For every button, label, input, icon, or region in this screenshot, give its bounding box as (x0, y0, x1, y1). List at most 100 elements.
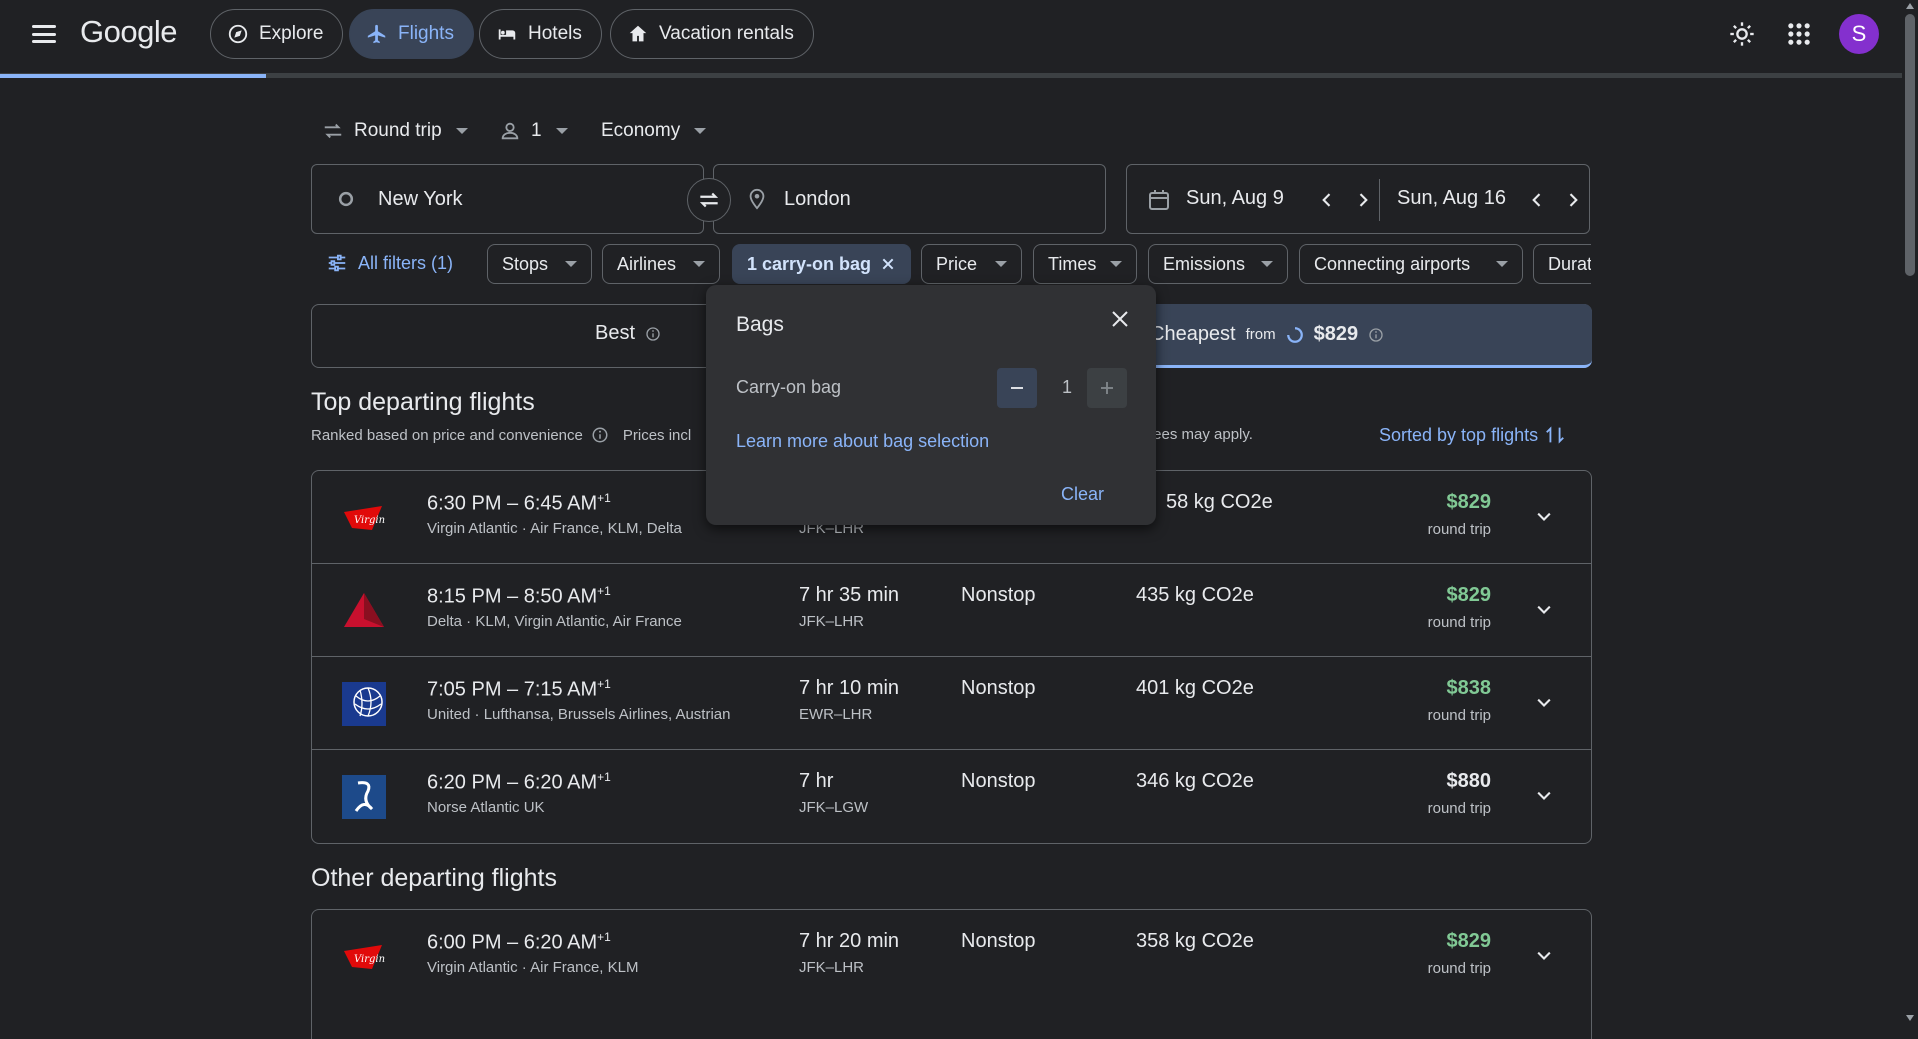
flight-row[interactable]: 8:15 PM – 8:50 AM+1 Delta · KLM, Virgin … (312, 564, 1591, 657)
nav-vacation-rentals-label: Vacation rentals (659, 23, 794, 44)
sort-button[interactable]: Sorted by top flights (1379, 424, 1566, 446)
flight-route: EWR–LHR (799, 706, 873, 723)
expand-chevron-icon[interactable] (1534, 600, 1554, 620)
main-menu-icon[interactable] (30, 22, 58, 46)
chevron-left-icon[interactable] (1527, 190, 1547, 210)
chevron-left-icon[interactable] (1317, 190, 1337, 210)
chevron-right-icon[interactable] (1563, 190, 1583, 210)
nav-hotels[interactable]: Hotels (479, 9, 602, 59)
loading-progress-fill (0, 74, 267, 78)
return-date[interactable]: Sun, Aug 16 (1397, 187, 1506, 210)
filter-airlines[interactable]: Airlines (602, 244, 720, 284)
chevron-right-icon[interactable] (1353, 190, 1373, 210)
ranking-text: Ranked based on price and convenience (311, 426, 583, 444)
close-icon[interactable] (880, 256, 896, 272)
expand-chevron-icon[interactable] (1534, 693, 1554, 713)
flight-icon (367, 24, 386, 44)
scroll-down-arrow-icon[interactable] (1906, 1015, 1914, 1021)
filter-emissions[interactable]: Emissions (1148, 244, 1288, 284)
flight-row[interactable]: 6:20 PM – 6:20 AM+1 Norse Atlantic UK 7 … (312, 750, 1591, 843)
decrement-button[interactable] (997, 368, 1037, 408)
expand-chevron-icon[interactable] (1534, 946, 1554, 966)
passengers-select[interactable]: 1 (499, 116, 568, 146)
chevron-down-icon (1261, 261, 1273, 267)
sort-arrows-icon (1546, 426, 1564, 444)
flight-duration: 7 hr (799, 770, 834, 792)
origin-field[interactable]: New York (311, 164, 704, 234)
nav-flights[interactable]: Flights (349, 9, 474, 59)
filter-duration[interactable]: Durat (1533, 244, 1591, 284)
minus-icon (1011, 387, 1023, 389)
clear-button[interactable]: Clear (1061, 484, 1104, 505)
next-day-indicator: +1 (597, 770, 611, 784)
flight-emissions: 58 kg CO2e (1166, 491, 1273, 513)
nav-vacation-rentals[interactable]: Vacation rentals (610, 9, 814, 59)
flight-route: JFK–LHR (799, 959, 865, 976)
filter-emissions-label: Emissions (1163, 253, 1246, 274)
flight-airlines: Delta · KLM, Virgin Atlantic, Air France (427, 613, 682, 630)
all-filters-button[interactable]: All filters (1) (326, 252, 453, 274)
cabin-class-select[interactable]: Economy (601, 116, 707, 146)
hotel-icon (498, 29, 516, 40)
account-avatar[interactable]: S (1839, 14, 1879, 54)
flight-times: 6:30 PM – 6:45 AM+1 (427, 491, 611, 516)
expand-chevron-icon[interactable] (1534, 786, 1554, 806)
flight-emissions: 435 kg CO2e (1136, 584, 1254, 606)
filter-connecting-airports[interactable]: Connecting airports (1299, 244, 1523, 284)
flight-duration: 7 hr 35 min (799, 584, 900, 606)
theme-toggle-icon[interactable] (1728, 20, 1756, 48)
flight-stops: Nonstop (961, 930, 1036, 952)
flight-price: $880 (1446, 770, 1492, 792)
info-icon[interactable] (591, 426, 609, 444)
flight-price: $829 (1446, 930, 1492, 952)
departure-date[interactable]: Sun, Aug 9 (1186, 187, 1284, 210)
chevron-down-icon (1496, 261, 1508, 267)
info-icon[interactable] (645, 326, 661, 342)
filter-price[interactable]: Price (921, 244, 1022, 284)
tab-cheapest-from: from (1245, 326, 1276, 343)
sort-label: Sorted by top flights (1379, 424, 1539, 445)
learn-more-link[interactable]: Learn more about bag selection (736, 431, 989, 452)
date-divider (1379, 179, 1380, 221)
flight-stops: Nonstop (961, 770, 1036, 792)
flight-times-text: 6:30 PM – 6:45 AM (427, 492, 598, 515)
tune-icon (328, 254, 346, 272)
tab-cheapest-content: Cheapest from $829 (1150, 323, 1384, 346)
close-icon[interactable] (1108, 307, 1132, 331)
destination-field[interactable]: London (713, 164, 1106, 234)
bags-popup: Bags Carry-on bag 1 Learn more about bag… (706, 285, 1156, 525)
scrollbar-thumb[interactable] (1905, 14, 1915, 276)
scroll-up-arrow-icon[interactable] (1906, 3, 1914, 9)
other-flights-list: Virgin 6:00 PM – 6:20 AM+1 Virgin Atlant… (311, 909, 1592, 1039)
filter-bags[interactable]: 1 carry-on bag (732, 244, 911, 284)
flight-duration: 7 hr 20 min (799, 930, 900, 952)
flight-price: $829 (1446, 491, 1492, 513)
norse-atlantic-logo (342, 775, 386, 819)
loading-progress-bar (0, 74, 1902, 78)
expand-chevron-icon[interactable] (1534, 507, 1554, 527)
top-flights-heading: Top departing flights (311, 388, 535, 416)
filter-price-label: Price (936, 253, 978, 274)
filter-stops[interactable]: Stops (487, 244, 592, 284)
dates-field[interactable]: Sun, Aug 9 Sun, Aug 16 (1126, 164, 1590, 234)
google-logo[interactable]: Google (80, 14, 177, 50)
info-icon[interactable] (1368, 327, 1384, 343)
flight-row[interactable]: Virgin 6:00 PM – 6:20 AM+1 Virgin Atlant… (312, 910, 1591, 1003)
filter-times-label: Times (1048, 253, 1097, 274)
nav-explore[interactable]: Explore (210, 9, 344, 59)
tab-best[interactable]: Best (595, 322, 661, 345)
chevron-down-icon (995, 261, 1007, 267)
increment-button[interactable] (1087, 368, 1127, 408)
filter-times[interactable]: Times (1033, 244, 1137, 284)
apps-grid-icon[interactable] (1785, 20, 1813, 48)
carry-on-label: Carry-on bag (736, 377, 842, 397)
swap-locations-button[interactable] (687, 178, 731, 222)
trip-type-select[interactable]: Round trip (322, 116, 468, 146)
flight-airlines: Norse Atlantic UK (427, 799, 545, 816)
chevron-down-icon (555, 128, 568, 134)
home-icon (629, 25, 647, 42)
flight-times: 6:20 PM – 6:20 AM+1 (427, 770, 611, 795)
page-scrollbar[interactable] (1902, 0, 1918, 1025)
flight-row[interactable]: 7:05 PM – 7:15 AM+1 United · Lufthansa, … (312, 657, 1591, 750)
flight-emissions: 401 kg CO2e (1136, 677, 1254, 699)
